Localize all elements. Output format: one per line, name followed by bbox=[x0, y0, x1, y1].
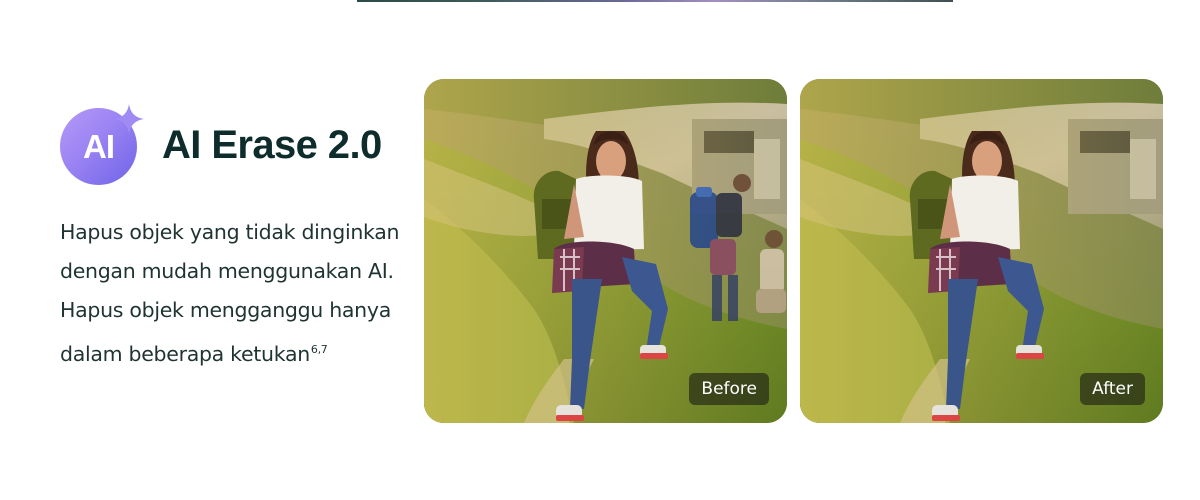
after-photo: After bbox=[800, 79, 1163, 423]
before-photo: Before bbox=[424, 79, 787, 423]
sparkle-icon bbox=[114, 104, 144, 134]
feature-header: AI AI Erase 2.0 bbox=[60, 104, 405, 185]
feature-title: AI Erase 2.0 bbox=[162, 122, 382, 167]
footnote-marker: 6,7 bbox=[310, 343, 328, 356]
hero-image-bottom-edge bbox=[357, 0, 953, 2]
description-line: dengan mudah menggunakan AI. bbox=[60, 259, 394, 283]
after-photo-image bbox=[800, 79, 1163, 423]
before-photo-image bbox=[424, 79, 787, 423]
description-line-text: dalam beberapa ketukan bbox=[60, 342, 310, 366]
feature-section: AI AI Erase 2.0 Hapus objek yang tidak d… bbox=[60, 104, 405, 374]
description-line: Hapus objek mengganggu hanya bbox=[60, 298, 391, 322]
ai-badge-icon: AI bbox=[60, 104, 144, 185]
feature-description: Hapus objek yang tidak dinginkan dengan … bbox=[60, 213, 405, 374]
after-label: After bbox=[1080, 373, 1145, 405]
description-line: Hapus objek yang tidak dinginkan bbox=[60, 220, 400, 244]
before-label: Before bbox=[689, 373, 769, 405]
description-line-last: dalam beberapa ketukan6,7 bbox=[60, 330, 405, 374]
